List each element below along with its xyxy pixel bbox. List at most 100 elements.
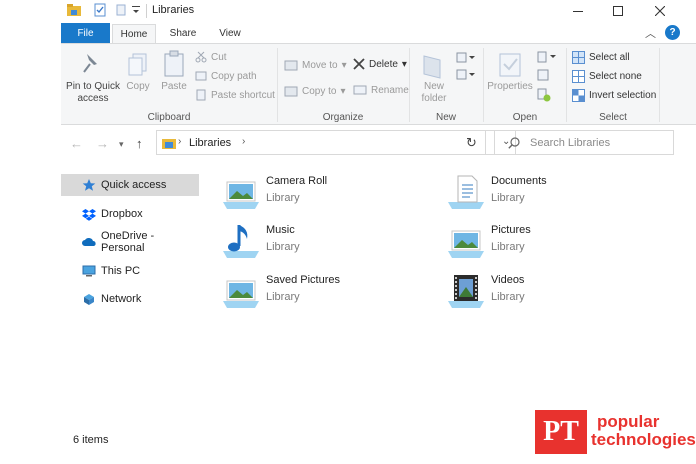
forward-arrow-icon[interactable]: → [96, 136, 109, 151]
library-item-music[interactable]: Music Library [221, 221, 431, 261]
new-group-label: New [435, 112, 456, 123]
chevron-down-icon: ▾ [341, 59, 347, 71]
copy-path-label: Copy path [211, 70, 257, 82]
collapse-ribbon-icon[interactable]: ︿ [645, 25, 656, 41]
library-item-documents[interactable]: Documents Library [446, 172, 656, 212]
pictures-library-icon [448, 230, 484, 258]
library-name: Pictures [491, 224, 531, 236]
onedrive-cloud-icon [82, 237, 96, 246]
library-type: Library [491, 241, 525, 253]
copy-path-button[interactable]: Copy path [195, 70, 257, 82]
properties-button[interactable]: Properties [485, 81, 535, 93]
help-button[interactable]: ? [665, 25, 680, 40]
paste-shortcut-button[interactable]: Paste shortcut [195, 89, 275, 101]
search-box[interactable]: Search Libraries [494, 130, 674, 155]
cut-button[interactable]: Cut [195, 51, 227, 63]
history-icon[interactable] [537, 88, 551, 102]
invert-selection-icon [572, 89, 585, 102]
tab-share[interactable]: Share [160, 24, 206, 44]
library-name: Music [266, 224, 295, 236]
cut-label: Cut [211, 51, 227, 63]
library-item-camera-roll[interactable]: Camera Roll Library [221, 172, 431, 212]
nav-item-onedrive[interactable]: OneDrive - Personal [61, 230, 199, 254]
paste-button[interactable]: Paste [159, 81, 189, 93]
copy-to-label: Copy to [302, 85, 337, 97]
nav-item-dropbox[interactable]: Dropbox [61, 203, 199, 225]
pin-icon [83, 54, 97, 73]
organize-group-label: Organize [322, 112, 364, 123]
pictures-library-icon [223, 181, 259, 209]
delete-button[interactable]: Delete ▾ [353, 58, 407, 70]
recent-locations-icon[interactable]: ▾ [119, 139, 124, 150]
folder-icon [67, 4, 81, 16]
easy-access-icon[interactable] [456, 69, 476, 81]
chevron-down-icon: ▾ [401, 58, 407, 70]
navigation-bar: ← → ▾ ↑ › Libraries › ⌄ ↻ Search Librari… [61, 128, 696, 158]
tab-view[interactable]: View [208, 24, 252, 44]
maximize-icon [613, 6, 623, 16]
breadcrumb-libraries[interactable]: Libraries [189, 137, 231, 149]
library-item-pictures[interactable]: Pictures Library [446, 221, 656, 261]
breadcrumb-chevron-icon[interactable]: › [242, 136, 245, 147]
scissors-icon [195, 51, 207, 63]
watermark-line1: popular [597, 412, 660, 431]
new-item-icon[interactable] [456, 52, 476, 64]
library-item-saved-pictures[interactable]: Saved Pictures Library [221, 271, 431, 311]
invert-selection-button[interactable]: Invert selection [572, 89, 656, 102]
copy-icon [128, 53, 147, 76]
nav-item-network[interactable]: Network [61, 288, 199, 310]
chevron-down-icon: ▾ [340, 85, 346, 97]
select-all-label: Select all [589, 52, 630, 63]
copy-button[interactable]: Copy [123, 81, 153, 93]
new-folder-quick-icon[interactable] [115, 3, 127, 17]
maximize-button[interactable] [596, 0, 640, 22]
paste-icon [164, 50, 184, 77]
library-type: Library [266, 192, 300, 204]
rename-button[interactable]: Rename [353, 84, 409, 96]
status-item-count: 6 items [73, 434, 109, 446]
watermark-pt: PT [535, 410, 587, 454]
nav-item-quick-access[interactable]: Quick access [61, 174, 199, 196]
title-separator [146, 4, 147, 18]
libraries-icon [162, 139, 176, 149]
up-arrow-icon[interactable]: ↑ [136, 136, 143, 151]
move-to-icon [284, 60, 298, 71]
edit-icon[interactable] [537, 69, 551, 81]
pin-to-quick-access-button[interactable]: Pin to Quick access [63, 81, 123, 105]
back-arrow-icon[interactable]: ← [70, 136, 83, 151]
nav-item-label: This PC [101, 265, 141, 277]
group-separator [659, 48, 660, 122]
library-name: Videos [491, 274, 525, 286]
nav-item-this-pc[interactable]: This PC [61, 260, 199, 282]
watermark-logo: PT popular technologies [535, 410, 696, 454]
open-group-label: Open [512, 112, 538, 123]
library-name: Documents [491, 175, 547, 187]
new-folder-button[interactable]: New folder [416, 81, 452, 105]
search-icon [508, 137, 520, 149]
breadcrumb-chevron-icon[interactable]: › [178, 136, 181, 147]
library-type: Library [266, 291, 300, 303]
documents-library-icon [448, 175, 484, 209]
group-separator [566, 48, 567, 122]
refresh-button[interactable]: ↻ [458, 130, 486, 155]
music-library-icon [223, 225, 259, 258]
watermark-line2: technologies [591, 430, 696, 449]
select-all-button[interactable]: Select all [572, 51, 630, 64]
select-none-label: Select none [589, 71, 642, 82]
open-dropdown-icon[interactable] [537, 51, 557, 63]
close-button[interactable] [638, 0, 682, 22]
select-none-button[interactable]: Select none [572, 70, 642, 83]
tab-home[interactable]: Home [112, 24, 156, 45]
library-type: Library [491, 291, 525, 303]
nav-item-label: OneDrive - Personal [101, 230, 155, 254]
select-none-icon [572, 70, 585, 83]
move-to-button[interactable]: Move to ▾ [284, 58, 347, 72]
copy-to-button[interactable]: Copy to ▾ [284, 84, 346, 98]
properties-icon[interactable] [94, 3, 106, 17]
minimize-button[interactable] [556, 0, 600, 22]
library-item-videos[interactable]: Videos Library [446, 271, 656, 311]
customize-quick-access-icon[interactable] [131, 3, 141, 17]
library-name: Camera Roll [266, 175, 328, 187]
network-icon [84, 293, 94, 305]
tab-file[interactable]: File [61, 23, 110, 44]
